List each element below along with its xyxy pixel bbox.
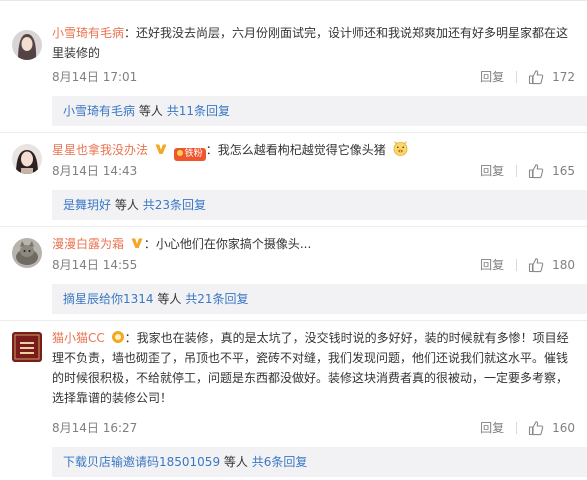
comment-line: 选择靠谱的装修公司！ [52, 391, 173, 405]
comment-actions: 回复 160 [480, 418, 575, 438]
like-button[interactable]: 160 [528, 418, 575, 438]
sub-reply-etc: 等人 [114, 198, 139, 212]
like-button[interactable]: 180 [528, 255, 575, 275]
thumbs-up-icon [529, 258, 544, 273]
comment-line: ：我家也在装修，真的是太坑了，没交钱时说的多好好，装的时候就有多惨！项目经 [124, 331, 569, 345]
comment-time: 8月14日 17:01 [52, 70, 138, 84]
avatar[interactable] [12, 144, 42, 174]
username-link[interactable]: 小雪琦有毛病 [52, 26, 124, 40]
username-link[interactable]: 星星也拿我没办法 [52, 143, 148, 157]
action-separator [516, 259, 518, 271]
like-count: 172 [552, 70, 575, 84]
sub-reply-user-link[interactable]: 下载贝店输邀请码18501059 [63, 455, 220, 469]
reply-button[interactable]: 回复 [480, 67, 504, 87]
sub-reply-etc: 等人 [138, 104, 163, 118]
view-replies-link[interactable]: 共6条回复 [252, 455, 308, 469]
action-separator [516, 71, 518, 83]
like-count: 180 [552, 258, 575, 272]
pig-emoji-icon [393, 141, 407, 156]
comment-text: 星星也拿我没办法 铁粉 ：我怎么越看枸杞越觉得它像头猪 [52, 140, 572, 161]
v-badge-icon [131, 238, 143, 248]
comment-line: ：我怎么越看枸杞越觉得它像头猪 [205, 143, 386, 157]
sub-replies-bar: 小雪琦有毛病 等人 共11条回复 [52, 96, 587, 126]
view-replies-link[interactable]: 共11条回复 [167, 104, 230, 118]
comment-line: 的时候很积极，不给就停工，问题是东西都没做好。装修这块消费者真的很被动，一定要多… [52, 371, 569, 385]
v-badge-icon [155, 144, 167, 154]
reply-button[interactable]: 回复 [480, 418, 504, 438]
view-replies-link[interactable]: 共21条回复 [185, 292, 248, 306]
comment-line: ：小心他们在你家搞个摄像头... [143, 237, 312, 251]
comment-actions: 回复 180 [480, 255, 575, 275]
avatar[interactable] [12, 30, 42, 60]
fan-badge-icon [111, 331, 124, 343]
view-replies-link[interactable]: 共23条回复 [143, 198, 206, 212]
comment-line: 理不负责，墙也砌歪了，吊顶也不平，瓷砖不对缝，我们发现问题，他们还说我们就这水平… [52, 351, 569, 365]
like-count: 160 [552, 421, 575, 435]
comment-line: ：还好我没去尚层，六月份刚面试完，设计师还和我说郑爽加还有好多明星家都在这 [124, 26, 569, 40]
like-button[interactable]: 165 [528, 161, 575, 181]
reply-button[interactable]: 回复 [480, 161, 504, 181]
comment-time: 8月14日 14:55 [52, 258, 138, 272]
like-count: 165 [552, 164, 575, 178]
comment-text: 漫漫白露为霜 ：小心他们在你家搞个摄像头... [52, 234, 572, 254]
comment-divider [0, 226, 587, 227]
comment-actions: 回复 172 [480, 67, 575, 87]
username-link[interactable]: 猫小猫CC [52, 331, 105, 345]
sub-replies-bar: 下载贝店输邀请码18501059 等人 共6条回复 [52, 447, 587, 477]
comment-line: 里装修的 [52, 46, 101, 60]
thumbs-up-icon [529, 70, 544, 85]
comment-divider [0, 320, 587, 321]
comment-time: 8月14日 16:27 [52, 421, 138, 435]
action-separator [516, 165, 518, 177]
fan-badge-icon: 铁粉 [173, 148, 206, 161]
comment-text: 小雪琦有毛病：还好我没去尚层，六月份刚面试完，设计师还和我说郑爽加还有好多明星家… [52, 23, 572, 63]
sub-reply-etc: 等人 [157, 292, 182, 306]
sub-reply-user-link[interactable]: 小雪琦有毛病 [63, 104, 135, 118]
username-link[interactable]: 漫漫白露为霜 [52, 237, 124, 251]
avatar[interactable] [12, 332, 42, 362]
comment-time: 8月14日 14:43 [52, 164, 138, 178]
reply-button[interactable]: 回复 [480, 255, 504, 275]
sub-reply-etc: 等人 [223, 455, 248, 469]
like-button[interactable]: 172 [528, 67, 575, 87]
fan-badge-label: 铁粉 [184, 149, 203, 159]
thumbs-up-icon [529, 164, 544, 179]
comment-divider [0, 132, 587, 133]
sub-reply-user-link[interactable]: 摘星辰给你1314 [63, 292, 154, 306]
thumbs-up-icon [529, 421, 544, 436]
comment-text: 猫小猫CC ：我家也在装修，真的是太坑了，没交钱时说的多好好，装的时候就有多惨！… [52, 328, 572, 408]
action-separator [516, 422, 518, 434]
sub-replies-bar: 摘星辰给你1314 等人 共21条回复 [52, 284, 587, 314]
sub-replies-bar: 是舞玥好 等人 共23条回复 [52, 190, 587, 220]
avatar[interactable] [12, 238, 42, 268]
top-divider [0, 0, 587, 1]
sub-reply-user-link[interactable]: 是舞玥好 [63, 198, 111, 212]
comment-actions: 回复 165 [480, 161, 575, 181]
